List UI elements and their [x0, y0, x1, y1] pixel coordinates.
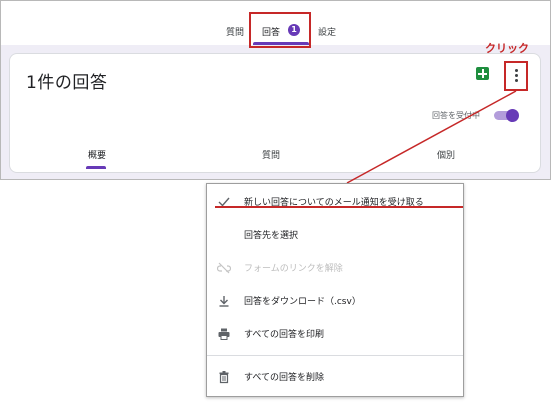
tab-settings[interactable]: 設定 — [318, 25, 336, 38]
responses-count-title: 1件の回答 — [26, 73, 108, 93]
menu-item-select-destination[interactable]: 回答先を選択 — [207, 221, 463, 247]
menu-item-label: フォームのリンクを解除 — [244, 264, 343, 274]
click-annotation-label: クリック — [485, 42, 529, 55]
toggle-knob[interactable] — [506, 109, 519, 122]
tab-questions[interactable]: 質問 — [226, 25, 244, 38]
active-subtab-indicator — [86, 166, 106, 169]
trash-icon — [217, 369, 231, 384]
menu-item-print-all[interactable]: すべての回答を印刷 — [207, 320, 463, 346]
menu-item-label: 回答先を選択 — [244, 231, 299, 241]
sheets-icon[interactable] — [476, 67, 489, 80]
subtab-individual[interactable]: 個別 — [437, 148, 455, 161]
unlink-icon — [216, 260, 232, 274]
menu-item-delete-all[interactable]: すべての回答を削除 — [207, 363, 463, 389]
subtab-question[interactable]: 質問 — [262, 148, 280, 161]
print-icon — [217, 326, 231, 340]
menu-divider — [207, 355, 463, 356]
accepting-responses-label: 回答を受付中 — [432, 111, 480, 120]
download-icon — [217, 293, 231, 307]
subtab-summary[interactable]: 概要 — [88, 148, 106, 161]
menu-item-download-csv[interactable]: 回答をダウンロード（.csv） — [207, 287, 463, 313]
menu-item-label: 回答をダウンロード（.csv） — [244, 297, 361, 307]
more-options-menu: 新しい回答についてのメール通知を受け取る 回答先を選択 フォームのリンクを解除 … — [206, 183, 464, 397]
menu-item-label: すべての回答を削除 — [244, 373, 325, 383]
menu-item-highlight-underline — [215, 206, 463, 208]
menu-item-unlink-form: フォームのリンクを解除 — [207, 254, 463, 280]
responses-tab-highlight — [249, 12, 311, 48]
more-vert-icon — [515, 69, 518, 83]
menu-item-label: すべての回答を印刷 — [244, 330, 325, 340]
more-options-button[interactable] — [504, 61, 528, 91]
menu-item-email-notify[interactable]: 新しい回答についてのメール通知を受け取る — [207, 188, 463, 214]
